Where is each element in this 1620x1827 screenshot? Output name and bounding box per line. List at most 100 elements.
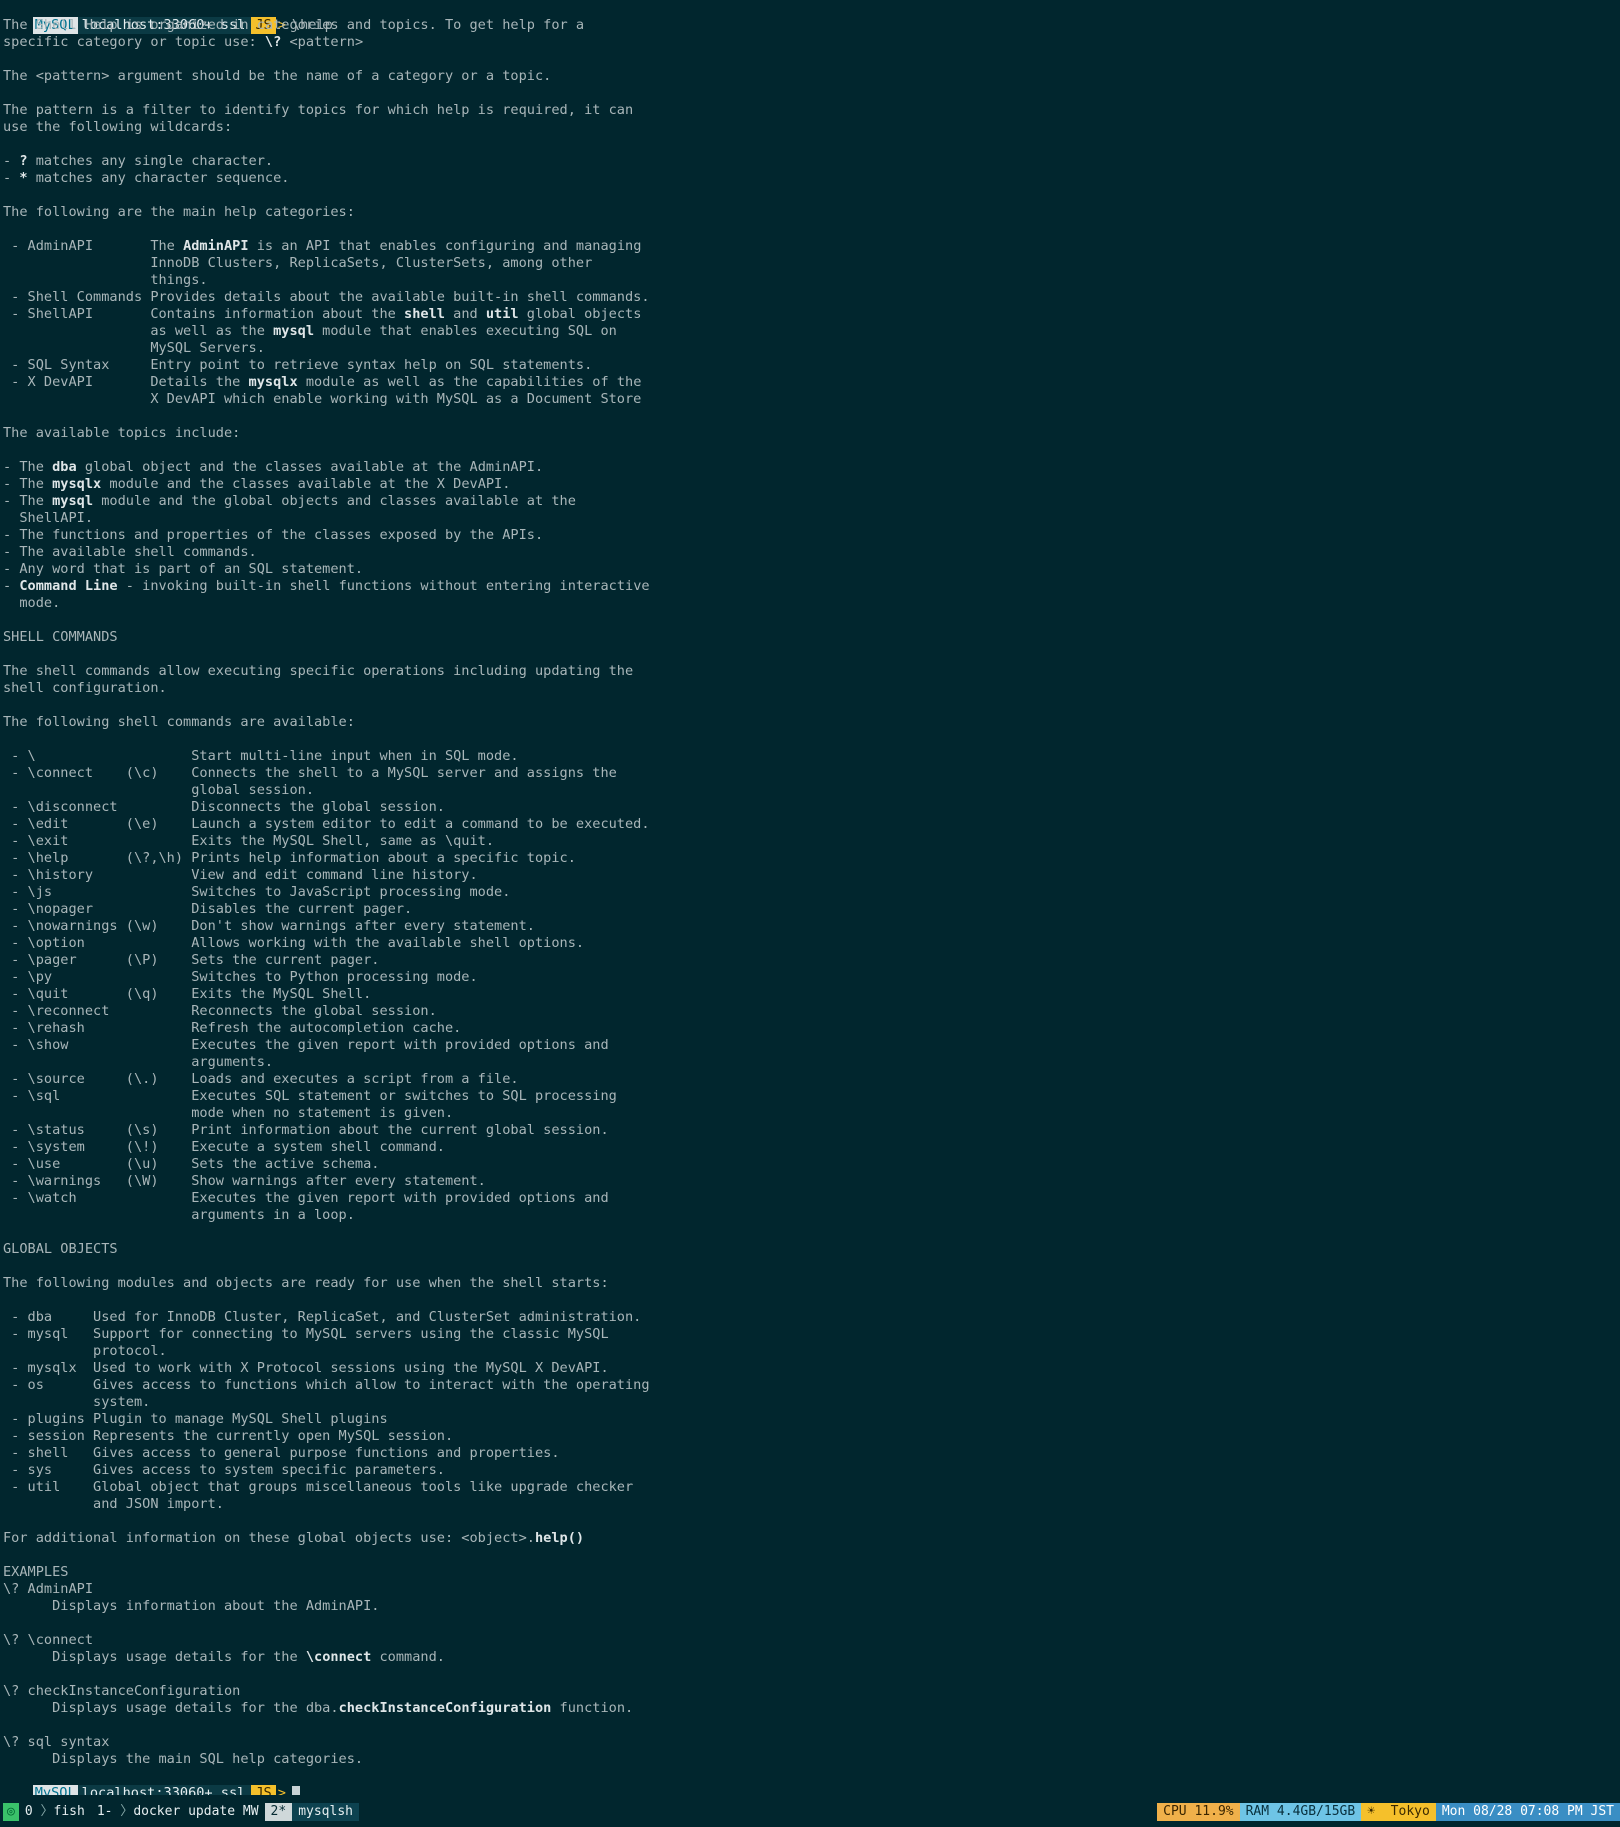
output-line: - ShellAPI Contains information about th…: [3, 306, 1615, 323]
output-text: MySQL Servers.: [3, 340, 265, 356]
output-line: - \js Switches to JavaScript processing …: [3, 884, 1615, 901]
output-text: SHELL COMMANDS: [3, 629, 118, 645]
highlighted-text: AdminAPI: [183, 238, 249, 254]
terminal-window[interactable]: MySQL localhost:33060+ ssl JS > \help The Sh…: [3, 0, 1615, 1795]
output-text: EXAMPLES: [3, 1564, 69, 1580]
highlighted-text: util: [485, 306, 519, 322]
output-text: global object and the classes available …: [76, 459, 544, 475]
output-line: - X DevAPI Details the mysqlx module as …: [3, 374, 1615, 391]
output-line: - mysqlx Used to work with X Protocol se…: [3, 1360, 1615, 1377]
output-text: - invoking built-in shell functions with…: [117, 578, 650, 594]
output-line: The following shell commands are availab…: [3, 714, 1615, 731]
output-line: - mysql Support for connecting to MySQL …: [3, 1326, 1615, 1343]
output-line: - \nopager Disables the current pager.: [3, 901, 1615, 918]
separator-icon: 〉: [40, 1804, 54, 1819]
cpu-usage: CPU 11.9%: [1157, 1803, 1240, 1821]
output-line: \? AdminAPI: [3, 1581, 1615, 1598]
output-text: - \warnings (\W) Show warnings after eve…: [3, 1173, 486, 1189]
output-line: use the following wildcards:: [3, 119, 1615, 136]
output-text: - \sql Executes SQL statement or switche…: [3, 1088, 617, 1104]
output-line: The following are the main help categori…: [3, 204, 1615, 221]
output-text: - \source (\.) Loads and executes a scri…: [3, 1071, 519, 1087]
output-line: ShellAPI.: [3, 510, 1615, 527]
output-text: \? sql syntax: [3, 1734, 110, 1750]
output-text: global session.: [3, 782, 314, 798]
output-line: - \quit (\q) Exits the MySQL Shell.: [3, 986, 1615, 1003]
output-text: X DevAPI which enable working with MySQL…: [3, 391, 642, 407]
output-text: - Shell Commands Provides details about …: [3, 289, 650, 305]
output-text: - \nopager Disables the current pager.: [3, 901, 413, 917]
output-line: as well as the mysql module that enables…: [3, 323, 1615, 340]
output-line: global session.: [3, 782, 1615, 799]
window-tab-0[interactable]: 0 〉fish: [19, 1803, 91, 1821]
output-text: - SQL Syntax Entry point to retrieve syn…: [3, 357, 593, 373]
output-text: Displays the main SQL help categories.: [3, 1751, 364, 1767]
output-line: - \ Start multi-line input when in SQL m…: [3, 748, 1615, 765]
output-text: - dba Used for InnoDB Cluster, ReplicaSe…: [3, 1309, 642, 1325]
output-text: -: [3, 170, 20, 186]
output-text: - \js Switches to JavaScript processing …: [3, 884, 511, 900]
text-cursor[interactable]: [291, 1785, 300, 1795]
active-prompt-line[interactable]: MySQL localhost:33060+ ssl JS >: [3, 1768, 1615, 1795]
window-tab-2-name[interactable]: mysqlsh: [292, 1803, 359, 1821]
output-text: The following are the main help categori…: [3, 204, 355, 220]
output-text: - Any word that is part of an SQL statem…: [3, 561, 364, 577]
output-line: - \exit Exits the MySQL Shell, same as \…: [3, 833, 1615, 850]
output-line: - dba Used for InnoDB Cluster, ReplicaSe…: [3, 1309, 1615, 1326]
output-line: - \use (\u) Sets the active schema.: [3, 1156, 1615, 1173]
highlighted-text: mysqlx: [52, 476, 102, 492]
output-line: EXAMPLES: [3, 1564, 1615, 1581]
output-text: - \use (\u) Sets the active schema.: [3, 1156, 380, 1172]
output-text: -: [3, 153, 20, 169]
output-text: \? AdminAPI: [3, 1581, 94, 1597]
output-line: - \status (\s) Print information about t…: [3, 1122, 1615, 1139]
output-line: - Command Line - invoking built-in shell…: [3, 578, 1615, 595]
output-text: global objects: [518, 306, 642, 322]
output-text: - X DevAPI Details the: [3, 374, 249, 390]
output-text: - The: [3, 493, 53, 509]
output-text: - \disconnect Disconnects the global ses…: [3, 799, 445, 815]
window-index: 0: [24, 1804, 33, 1819]
highlighted-text: *: [19, 170, 28, 186]
window-name: fish: [53, 1804, 85, 1819]
output-line: - \system (\!) Execute a system shell co…: [3, 1139, 1615, 1156]
output-line: The available topics include:: [3, 425, 1615, 442]
output-text: - \option Allows working with the availa…: [3, 935, 585, 951]
output-line: - \disconnect Disconnects the global ses…: [3, 799, 1615, 816]
window-name: docker update MW: [133, 1804, 259, 1819]
output-text: - ShellAPI Contains information about th…: [3, 306, 405, 322]
prompt-arrow-icon: >: [277, 1785, 286, 1795]
output-line: - \reconnect Reconnects the global sessi…: [3, 1003, 1615, 1020]
output-line: - The mysqlx module and the classes avai…: [3, 476, 1615, 493]
output-text: module and the global objects and classe…: [93, 493, 576, 509]
output-text: \? \connect: [3, 1632, 94, 1648]
output-line: - session Represents the currently open …: [3, 1428, 1615, 1445]
output-text: system.: [3, 1394, 151, 1410]
output-line: - util Global object that groups miscell…: [3, 1479, 1615, 1496]
output-line: - plugins Plugin to manage MySQL Shell p…: [3, 1411, 1615, 1428]
window-tab-2-index[interactable]: 2*: [264, 1803, 293, 1821]
output-text: matches any character sequence.: [27, 170, 290, 186]
output-line: The Shell Help is organized in categorie…: [3, 17, 1615, 34]
output-text: - The: [3, 459, 53, 475]
output-text: Displays information about the AdminAPI.: [3, 1598, 380, 1614]
output-text: ShellAPI.: [3, 510, 94, 526]
output-text: - \status (\s) Print information about t…: [3, 1122, 609, 1138]
window-tab-1[interactable]: 1- 〉docker update MW: [91, 1803, 265, 1821]
output-line: - sys Gives access to system specific pa…: [3, 1462, 1615, 1479]
highlighted-text: mysqlx: [248, 374, 298, 390]
output-text: The available topics include:: [3, 425, 241, 441]
output-text: - \py Switches to Python processing mode…: [3, 969, 478, 985]
output-line: - \warnings (\W) Show warnings after eve…: [3, 1173, 1615, 1190]
output-line: - \option Allows working with the availa…: [3, 935, 1615, 952]
output-line: arguments in a loop.: [3, 1207, 1615, 1224]
output-text: Displays usage details for the: [3, 1649, 306, 1665]
